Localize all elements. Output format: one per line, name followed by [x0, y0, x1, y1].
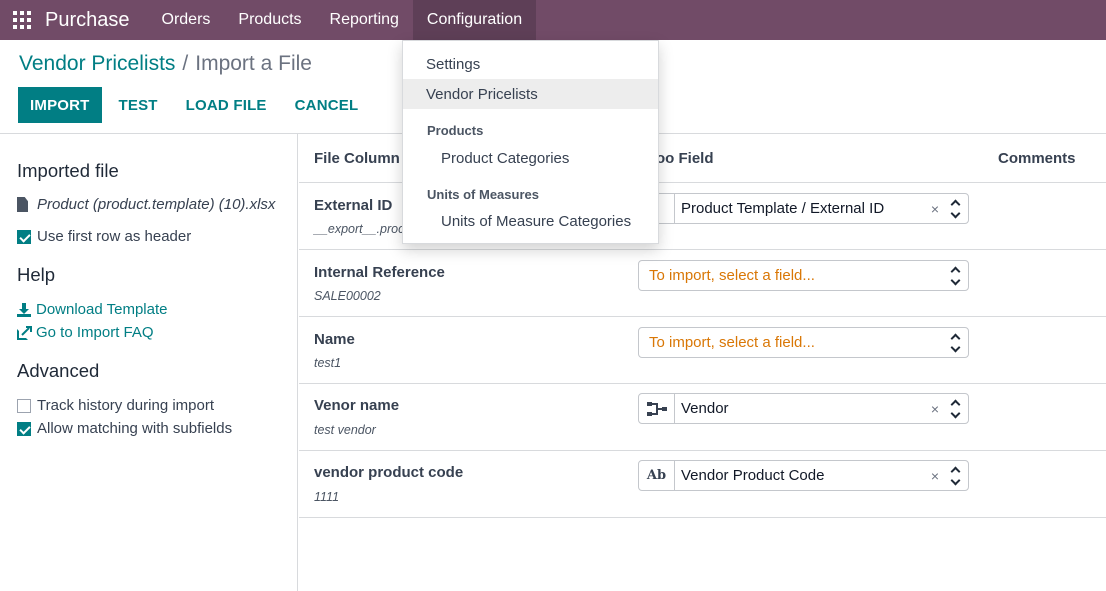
menu-item-settings[interactable]: Settings [403, 49, 658, 79]
breadcrumb-current: Import a File [195, 52, 312, 75]
select-caret-icon [948, 398, 962, 420]
cancel-button[interactable]: CANCEL [281, 87, 373, 123]
menu-section-products: Products [427, 123, 484, 138]
field-select-vendor[interactable]: Vendor × [638, 393, 969, 424]
top-navbar: Purchase Orders Products Reporting Confi… [0, 0, 1106, 40]
menu-item-uom-categories[interactable]: Units of Measure Categories [403, 206, 658, 236]
field-select-placeholder: To import, select a field... [649, 267, 815, 284]
breadcrumb-parent-link[interactable]: Vendor Pricelists [19, 52, 175, 76]
clear-icon[interactable]: × [926, 201, 944, 217]
use-header-label[interactable]: Use first row as header [37, 228, 191, 245]
imported-file-heading: Imported file [17, 160, 119, 181]
use-header-option[interactable]: Use first row as header [17, 228, 191, 245]
import-options-sidebar: Imported file Product (product.template)… [0, 134, 298, 591]
download-template-label[interactable]: Download Template [36, 301, 167, 318]
load-file-button[interactable]: LOAD FILE [172, 87, 281, 123]
nav-configuration[interactable]: Configuration [412, 0, 537, 40]
external-link-icon [17, 325, 32, 340]
field-select-external-id[interactable]: ▯ Product Template / External ID × [638, 193, 969, 224]
column-name: External ID [314, 197, 393, 214]
breadcrumb-separator: / [182, 52, 189, 75]
relation-icon [639, 394, 675, 423]
field-select-vendor-product-code[interactable]: Ab Vendor Product Code × [638, 460, 969, 491]
action-bar: IMPORT TEST LOAD FILE CANCEL [18, 87, 372, 123]
field-select-value: Product Template / External ID [681, 200, 885, 217]
row-divider [299, 383, 1106, 384]
column-sample: test vendor [314, 423, 376, 437]
configuration-dropdown-menu: Settings Vendor Pricelists Products Prod… [402, 40, 659, 244]
import-button[interactable]: IMPORT [18, 87, 102, 123]
column-name: Venor name [314, 397, 400, 414]
row-divider [299, 450, 1106, 451]
use-header-checkbox[interactable] [17, 229, 31, 244]
menu-item-product-categories[interactable]: Product Categories [403, 143, 658, 173]
clear-icon[interactable]: × [926, 468, 944, 484]
field-select-internal-reference[interactable]: To import, select a field... [638, 260, 969, 291]
breadcrumb: Vendor Pricelists / Import a File [19, 52, 312, 76]
track-history-label[interactable]: Track history during import [37, 397, 214, 414]
import-faq-link[interactable]: Go to Import FAQ [17, 324, 154, 341]
row-divider [299, 517, 1106, 518]
nav-products[interactable]: Products [224, 0, 315, 40]
text-field-icon: Ab [639, 461, 675, 490]
help-heading: Help [17, 264, 56, 285]
download-icon [17, 302, 31, 317]
column-name: vendor product code [314, 464, 464, 481]
menu-item-vendor-pricelists[interactable]: Vendor Pricelists [403, 79, 658, 109]
imported-file-name: Product (product.template) (10).xlsx [37, 196, 276, 213]
app-brand[interactable]: Purchase [45, 9, 130, 32]
apps-grid-icon[interactable] [0, 0, 44, 40]
track-history-checkbox[interactable] [17, 398, 31, 413]
allow-matching-label[interactable]: Allow matching with subfields [37, 420, 232, 437]
allow-matching-checkbox[interactable] [17, 421, 31, 436]
select-caret-icon [948, 265, 962, 287]
comments-header: Comments [998, 150, 1076, 167]
menu-section-units-of-measures: Units of Measures [427, 187, 539, 202]
advanced-heading: Advanced [17, 360, 100, 381]
column-name: Name [314, 331, 355, 348]
field-select-value: Vendor [681, 400, 729, 417]
download-template-link[interactable]: Download Template [17, 301, 167, 318]
field-select-name[interactable]: To import, select a field... [638, 327, 969, 358]
allow-matching-option[interactable]: Allow matching with subfields [17, 420, 232, 437]
select-caret-icon [948, 198, 962, 220]
column-name: Internal Reference [314, 264, 445, 281]
row-divider [299, 316, 1106, 317]
column-sample: test1 [314, 356, 342, 370]
column-sample: __export__.proc [314, 222, 405, 236]
file-icon [17, 197, 28, 212]
test-button[interactable]: TEST [105, 87, 172, 123]
file-column-header: File Column [314, 150, 400, 167]
column-sample: SALE00002 [314, 289, 381, 303]
import-faq-label[interactable]: Go to Import FAQ [36, 324, 154, 341]
select-caret-icon [948, 465, 962, 487]
imported-file-row: Product (product.template) (10).xlsx [17, 196, 275, 213]
clear-icon[interactable]: × [926, 401, 944, 417]
field-select-value: Vendor Product Code [681, 467, 825, 484]
nav-reporting[interactable]: Reporting [316, 0, 413, 40]
track-history-option[interactable]: Track history during import [17, 397, 214, 414]
select-caret-icon [948, 332, 962, 354]
odoo-field-header: oo Field [656, 150, 714, 167]
column-sample: 1111 [314, 490, 340, 504]
row-divider [299, 249, 1106, 250]
field-select-placeholder: To import, select a field... [649, 334, 815, 351]
nav-orders[interactable]: Orders [148, 0, 225, 40]
